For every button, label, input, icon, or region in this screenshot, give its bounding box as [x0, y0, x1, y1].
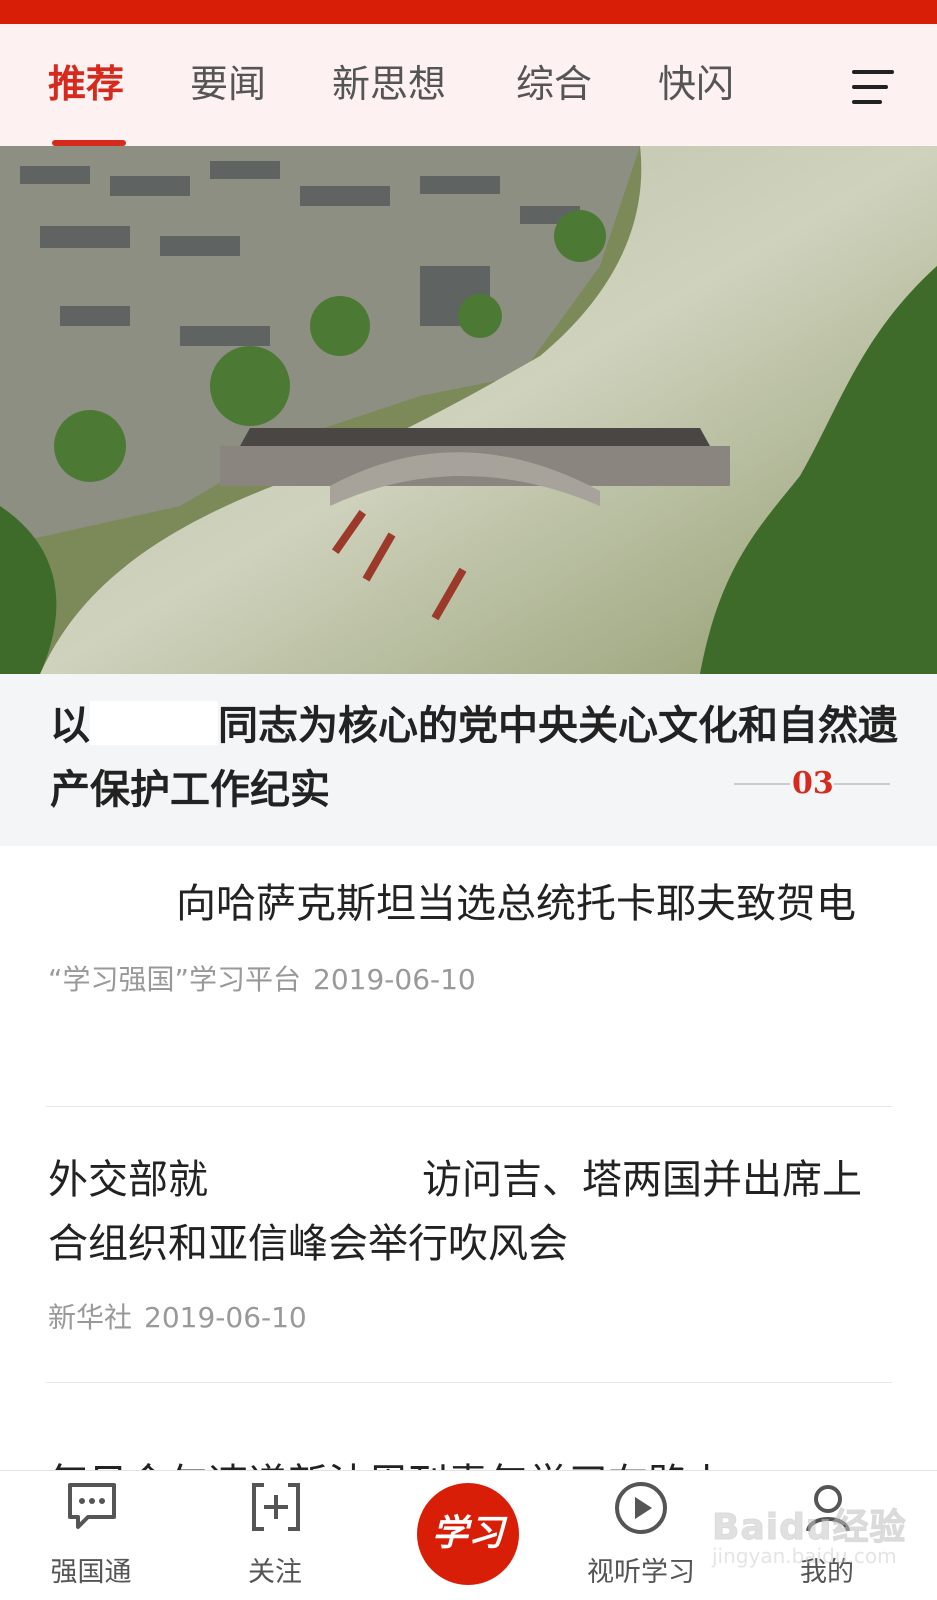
nav-label: 关注 — [248, 1557, 302, 1588]
nav-label: 我的 — [800, 1557, 854, 1588]
article-source: “学习强国”学习平台 — [48, 963, 302, 996]
nav-follow[interactable]: 关注 — [200, 1471, 350, 1600]
tab-headlines[interactable]: 要闻 — [190, 58, 266, 110]
article-date: 2019-06-10 — [144, 1301, 307, 1334]
hero-title-start: 以 — [50, 702, 90, 749]
xuexi-logo-icon: 学习 — [431, 1512, 504, 1554]
hamburger-menu-icon[interactable] — [852, 68, 894, 106]
article-meta: “学习强国”学习平台 2019-06-10 — [48, 960, 890, 1000]
divider — [46, 1382, 892, 1383]
list-item[interactable]: 外交部就 访问吉、塔两国并出席上合组织和亚信峰会举行吹风会 新华社 2019-06-… — [48, 1148, 890, 1338]
article-title: 向哈萨克斯坦当选总统托卡耶夫致贺电 — [48, 872, 890, 936]
hero-image[interactable] — [0, 146, 937, 674]
status-bar — [0, 0, 937, 24]
chat-bubble-icon — [68, 1483, 116, 1529]
carousel-page-indicator: 03 — [734, 762, 890, 806]
redacted-name — [208, 1161, 422, 1205]
channel-tab-bar: 推荐 要闻 新思想 综合 快闪 — [0, 24, 937, 146]
article-meta: 新华社 2019-06-10 — [48, 1298, 890, 1338]
tab-comprehensive[interactable]: 综合 — [516, 58, 592, 110]
tab-recommend[interactable]: 推荐 — [48, 58, 124, 110]
redacted-name — [90, 701, 218, 745]
article-source: 新华社 — [48, 1301, 133, 1334]
nav-qiangguotong[interactable]: 强国通 — [16, 1471, 166, 1600]
nav-video-learning[interactable]: 视听学习 — [566, 1471, 716, 1600]
article-title: 外交部就 访问吉、塔两国并出席上合组织和亚信峰会举行吹风会 — [48, 1157, 862, 1267]
tab-flash[interactable]: 快闪 — [658, 58, 734, 110]
add-subscribe-icon — [252, 1483, 300, 1531]
carousel-page-number: 03 — [792, 766, 834, 801]
tab-new-thought[interactable]: 新思想 — [332, 58, 446, 110]
bottom-navigation: 强国通 关注 学习 视听学习 我的 — [0, 1470, 937, 1600]
user-icon — [806, 1485, 850, 1532]
hero-caption[interactable]: 以同志为核心的党中央关心文化和自然遗产保护工作纪实 03 — [0, 674, 937, 846]
divider — [46, 1106, 892, 1107]
play-circle-icon — [615, 1482, 667, 1534]
nav-label: 强国通 — [50, 1557, 132, 1588]
nav-mine[interactable]: 我的 — [752, 1471, 902, 1600]
list-item[interactable]: 向哈萨克斯坦当选总统托卡耶夫致贺电 “学习强国”学习平台 2019-06-10 — [48, 872, 890, 1000]
article-date: 2019-06-10 — [313, 963, 476, 996]
xuexi-logo-button[interactable]: 学习 — [417, 1483, 519, 1585]
hero-photo — [0, 146, 937, 674]
redacted-name — [48, 885, 176, 929]
nav-label: 视听学习 — [587, 1557, 695, 1588]
